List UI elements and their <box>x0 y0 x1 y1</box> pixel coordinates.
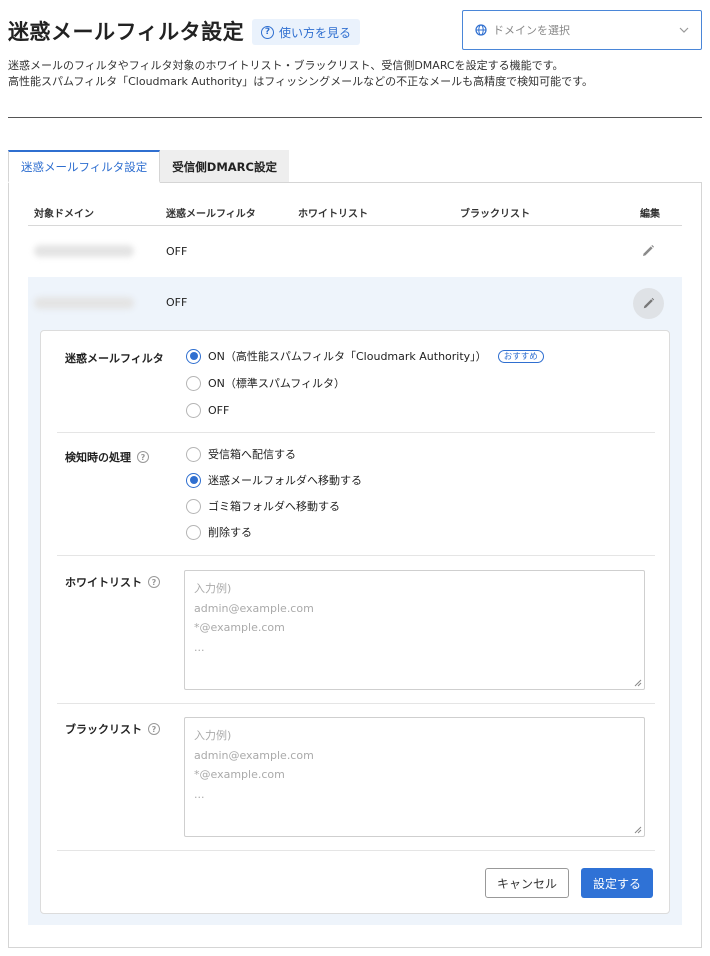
radio-unselected[interactable] <box>186 446 201 462</box>
section-divider <box>57 555 655 556</box>
column-header-filter: 迷惑メールフィルタ <box>166 209 256 220</box>
placeholder-line: *@example.com <box>194 621 285 634</box>
whitelist-label-text: ホワイトリスト <box>65 576 142 589</box>
action-label-text: 検知時の処理 <box>65 451 131 464</box>
edit-form: 迷惑メールフィルタ ON（高性能スパムフィルタ「Cloudmark Author… <box>40 330 670 914</box>
tab-spam-filter[interactable]: 迷惑メールフィルタ設定 <box>8 150 161 183</box>
page-description: 迷惑メールのフィルタやフィルタ対象のホワイトリスト・ブラックリスト、受信側DMA… <box>8 58 593 90</box>
table-row: OFF <box>28 277 682 329</box>
whitelist-label: ホワイトリスト ? <box>65 574 160 590</box>
radio-unselected[interactable] <box>186 402 201 418</box>
section-divider <box>57 432 655 433</box>
radio-selected[interactable] <box>186 348 201 364</box>
placeholder-line: admin@example.com <box>194 601 314 615</box>
filter-label: 迷惑メールフィルタ <box>65 350 164 366</box>
domain-name-redacted <box>34 297 134 309</box>
action-option-delete[interactable]: 削除する <box>186 523 252 541</box>
submit-button[interactable]: 設定する <box>581 868 653 898</box>
globe-icon <box>475 24 487 36</box>
filter-option-cloudmark[interactable]: ON（高性能スパムフィルタ「Cloudmark Authority」） おすすめ <box>186 347 544 365</box>
action-option-trash[interactable]: ゴミ箱フォルダへ移動する <box>186 497 340 515</box>
action-label: 検知時の処理 ? <box>65 449 149 465</box>
header-divider <box>8 117 702 118</box>
tab-dmarc[interactable]: 受信側DMARC設定 <box>160 150 289 183</box>
placeholder-line: ... <box>194 640 205 654</box>
action-option-label: 受信箱へ配信する <box>208 448 296 461</box>
blacklist-label: ブラックリスト ? <box>65 721 160 737</box>
blacklist-label-text: ブラックリスト <box>65 723 142 736</box>
question-circle-icon: ? <box>261 25 274 39</box>
column-header-blacklist: ブラックリスト <box>460 209 530 220</box>
pencil-icon <box>643 297 655 309</box>
column-header-edit: 編集 <box>640 209 660 220</box>
description-line-2: 高性能スパムフィルタ「Cloudmark Authority」はフィッシングメー… <box>8 75 593 88</box>
action-option-inbox[interactable]: 受信箱へ配信する <box>186 445 296 463</box>
radio-unselected[interactable] <box>186 524 201 540</box>
pencil-icon[interactable] <box>640 243 656 259</box>
help-hint-icon[interactable]: ? <box>137 451 149 463</box>
help-button[interactable]: ? 使い方を見る <box>252 19 361 45</box>
filter-status: OFF <box>166 245 188 258</box>
placeholder-line: 入力例) <box>194 729 232 742</box>
domain-name-redacted <box>34 245 134 257</box>
section-divider <box>57 850 655 851</box>
placeholder-line: *@example.com <box>194 768 285 781</box>
recommended-badge: おすすめ <box>497 349 544 363</box>
help-hint-icon[interactable]: ? <box>148 576 160 588</box>
blacklist-textarea[interactable]: 入力例) admin@example.com *@example.com ... <box>184 717 645 837</box>
filter-option-off[interactable]: OFF <box>186 401 229 419</box>
column-header-domain: 対象ドメイン <box>34 209 94 220</box>
filter-status: OFF <box>166 296 188 309</box>
action-option-label: 削除する <box>208 526 252 539</box>
help-button-label: 使い方を見る <box>279 25 352 40</box>
section-divider <box>57 703 655 704</box>
filter-option-standard[interactable]: ON（標準スパムフィルタ） <box>186 374 345 392</box>
help-hint-icon[interactable]: ? <box>148 723 160 735</box>
placeholder-line: ... <box>194 787 205 801</box>
action-option-label: 迷惑メールフォルダへ移動する <box>208 474 362 487</box>
placeholder-line: admin@example.com <box>194 748 314 762</box>
domain-select-placeholder: ドメインを選択 <box>493 24 570 37</box>
placeholder-line: 入力例) <box>194 582 232 595</box>
radio-unselected[interactable] <box>186 375 201 391</box>
radio-selected[interactable] <box>186 472 201 488</box>
edit-button[interactable] <box>633 288 664 319</box>
filter-label-text: 迷惑メールフィルタ <box>65 352 164 365</box>
action-option-label: ゴミ箱フォルダへ移動する <box>208 500 340 513</box>
table-header: 対象ドメイン 迷惑メールフィルタ ホワイトリスト ブラックリスト 編集 <box>28 200 682 226</box>
whitelist-textarea[interactable]: 入力例) admin@example.com *@example.com ... <box>184 570 645 690</box>
cancel-button[interactable]: キャンセル <box>485 868 569 898</box>
resize-grip-icon[interactable] <box>634 826 642 834</box>
chevron-down-icon <box>679 27 689 33</box>
action-option-spam-folder[interactable]: 迷惑メールフォルダへ移動する <box>186 471 362 489</box>
filter-option-label: ON（標準スパムフィルタ） <box>208 377 346 390</box>
filter-option-label: ON（高性能スパムフィルタ「Cloudmark Authority」） <box>208 350 487 363</box>
filter-option-label: OFF <box>208 403 230 417</box>
page-title: 迷惑メールフィルタ設定 <box>8 20 245 44</box>
column-header-whitelist: ホワイトリスト <box>298 209 368 220</box>
description-line-1: 迷惑メールのフィルタやフィルタ対象のホワイトリスト・ブラックリスト、受信側DMA… <box>8 59 564 72</box>
domain-select[interactable]: ドメインを選択 <box>462 10 702 50</box>
expanded-row: OFF 迷惑メールフィルタ ON（高性能スパムフィルタ「Cloudmark Au… <box>28 277 682 925</box>
radio-unselected[interactable] <box>186 498 201 514</box>
resize-grip-icon[interactable] <box>634 679 642 687</box>
tab-bar: 迷惑メールフィルタ設定 受信側DMARC設定 <box>8 150 289 183</box>
table-row: OFF <box>28 228 682 276</box>
